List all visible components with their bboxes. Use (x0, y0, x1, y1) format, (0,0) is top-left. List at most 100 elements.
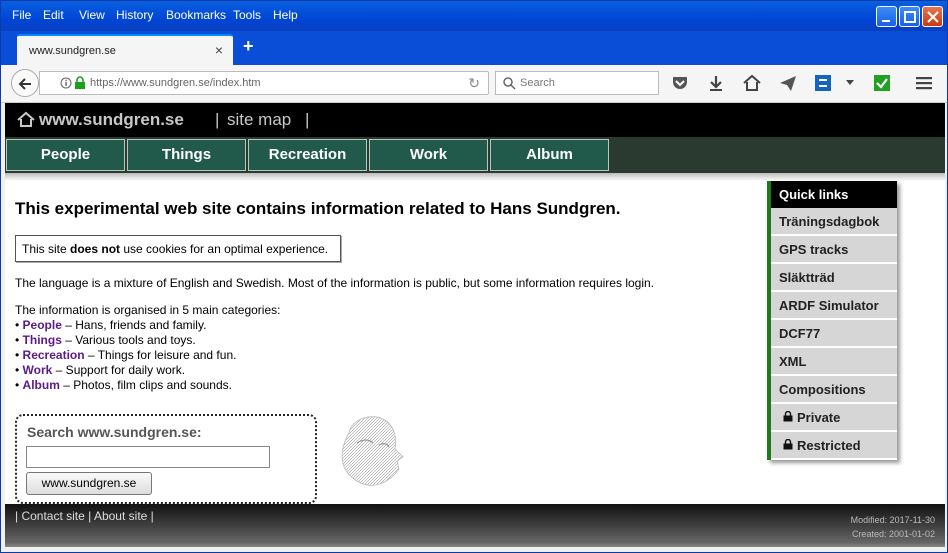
checkmark-icon[interactable] (873, 74, 891, 92)
menu-history[interactable]: History (116, 8, 153, 22)
quick-link-dcf77[interactable]: DCF77 (771, 320, 897, 348)
url-bar[interactable]: https://www.sundgren.se/index.htm ↻ (39, 71, 489, 95)
hamburger-menu-icon[interactable] (915, 74, 933, 92)
nav-album[interactable]: Album (490, 139, 609, 171)
tab-title: www.sundgren.se (29, 45, 116, 57)
menu-help[interactable]: Help (273, 8, 298, 22)
language-paragraph: The language is a mixture of English and… (15, 276, 654, 290)
category-link-recreation[interactable]: Recreation (23, 348, 85, 362)
quick-link-gps-tracks[interactable]: GPS tracks (771, 236, 897, 264)
about-site-link[interactable]: About site (94, 509, 147, 523)
quick-link-ardf-simulator[interactable]: ARDF Simulator (771, 292, 897, 320)
list-item: • Things – Various tools and toys. (15, 333, 196, 347)
send-icon[interactable] (779, 74, 797, 92)
quick-link-slakttrad[interactable]: Släktträd (771, 264, 897, 292)
search-bar[interactable]: Search (495, 71, 659, 95)
minimize-button[interactable] (876, 6, 897, 27)
quick-links-header: Quick links (771, 181, 897, 208)
home-icon[interactable] (17, 111, 35, 127)
nav-things[interactable]: Things (127, 139, 246, 171)
site-search-input[interactable] (26, 446, 270, 468)
minimize-icon (882, 20, 890, 22)
site-header: www.sundgren.se | site map | (5, 103, 945, 137)
header-separator: | (215, 110, 220, 129)
search-placeholder: Search (520, 77, 555, 89)
chevron-down-icon[interactable] (845, 79, 855, 87)
list-item: • Recreation – Things for leisure and fu… (15, 348, 237, 362)
close-icon (927, 11, 939, 23)
cookie-emphasis: does not (70, 242, 121, 256)
quick-link-compositions[interactable]: Compositions (771, 376, 897, 404)
padlock-icon (783, 411, 793, 422)
created-date: Created: 2001-01-02 (851, 529, 935, 539)
site-search-label: Search www.sundgren.se: (27, 424, 202, 440)
url-text: https://www.sundgren.se/index.htm (90, 77, 261, 89)
category-link-work[interactable]: Work (23, 363, 53, 377)
menu-edit[interactable]: Edit (43, 8, 64, 22)
category-desc: – Photos, film clips and sounds. (59, 378, 232, 392)
nav-people[interactable]: People (6, 139, 125, 171)
home-icon[interactable] (743, 74, 761, 92)
site-search-box: Search www.sundgren.se: www.sundgren.se (15, 414, 317, 504)
page-headline: This experimental web site contains info… (15, 199, 621, 218)
categories-intro: The information is organised in 5 main c… (15, 303, 281, 317)
quick-link-traningsdagbok[interactable]: Träningsdagbok (771, 208, 897, 236)
tab-sundgren[interactable]: www.sundgren.se × (17, 34, 233, 65)
pocket-icon[interactable] (671, 74, 689, 92)
nav-shadow (5, 173, 945, 181)
footer-links: | Contact site | About site | (15, 509, 154, 523)
menu-bookmarks[interactable]: Bookmarks (166, 8, 226, 22)
site-search-button[interactable]: www.sundgren.se (26, 472, 152, 495)
info-icon[interactable] (60, 77, 72, 89)
category-link-album[interactable]: Album (23, 378, 60, 392)
header-separator: | (305, 110, 310, 129)
category-link-people[interactable]: People (23, 318, 62, 332)
navigation-toolbar: https://www.sundgren.se/index.htm ↻ Sear… (1, 65, 947, 103)
cookie-text: This site (22, 242, 71, 256)
quick-links-panel: Quick links Träningsdagbok GPS tracks Sl… (767, 181, 897, 460)
list-item: • Album – Photos, film clips and sounds. (15, 378, 232, 392)
portrait-image (341, 416, 404, 486)
reload-icon[interactable]: ↻ (468, 75, 480, 92)
menu-file[interactable]: File (12, 8, 31, 22)
quick-link-label: Private (797, 410, 841, 425)
category-desc: – Hans, friends and family. (61, 318, 207, 332)
category-link-things[interactable]: Things (23, 333, 62, 347)
nav-work[interactable]: Work (369, 139, 488, 171)
list-item: • Work – Support for daily work. (15, 363, 186, 377)
browser-window: File Edit View History Bookmarks Tools H… (0, 0, 948, 553)
quick-link-label: Restricted (797, 438, 861, 453)
cookie-text: use cookies for an optimal experience. (120, 242, 329, 256)
site-map-link[interactable]: site map (227, 110, 291, 130)
menu-bar: File Edit View History Bookmarks Tools H… (1, 1, 947, 31)
site-home-link[interactable]: www.sundgren.se (39, 110, 184, 130)
tab-close-icon[interactable]: × (215, 42, 223, 58)
nav-recreation[interactable]: Recreation (248, 139, 367, 171)
download-icon[interactable] (707, 74, 725, 92)
menu-tools[interactable]: Tools (233, 8, 261, 22)
category-desc: – Various tools and toys. (61, 333, 196, 347)
category-desc: – Support for daily work. (52, 363, 186, 377)
main-navigation: People Things Recreation Work Album (5, 137, 945, 173)
quick-link-restricted[interactable]: Restricted (771, 432, 897, 460)
contact-site-link[interactable]: Contact site (21, 509, 84, 523)
new-tab-icon[interactable]: + (243, 36, 254, 57)
category-desc: – Things for leisure and fun. (84, 348, 237, 362)
modified-date: Modified: 2017-11-30 (850, 515, 935, 525)
close-button[interactable] (922, 6, 943, 27)
maximize-icon (904, 11, 916, 23)
padlock-icon (783, 439, 793, 450)
tab-strip: www.sundgren.se × + (1, 31, 947, 65)
menu-view[interactable]: View (79, 8, 105, 22)
maximize-button[interactable] (899, 6, 920, 27)
footer-separator: | (84, 509, 94, 523)
quick-link-private[interactable]: Private (771, 404, 897, 432)
footer-separator: | (147, 509, 154, 523)
cookie-notice: This site does not use cookies for an op… (15, 235, 341, 262)
quick-link-xml[interactable]: XML (771, 348, 897, 376)
back-button[interactable] (11, 69, 39, 97)
back-arrow-icon (18, 78, 31, 90)
web-page: www.sundgren.se | site map | People Thin… (5, 103, 945, 547)
lock-icon (75, 76, 85, 89)
extension-icon[interactable] (814, 74, 832, 92)
